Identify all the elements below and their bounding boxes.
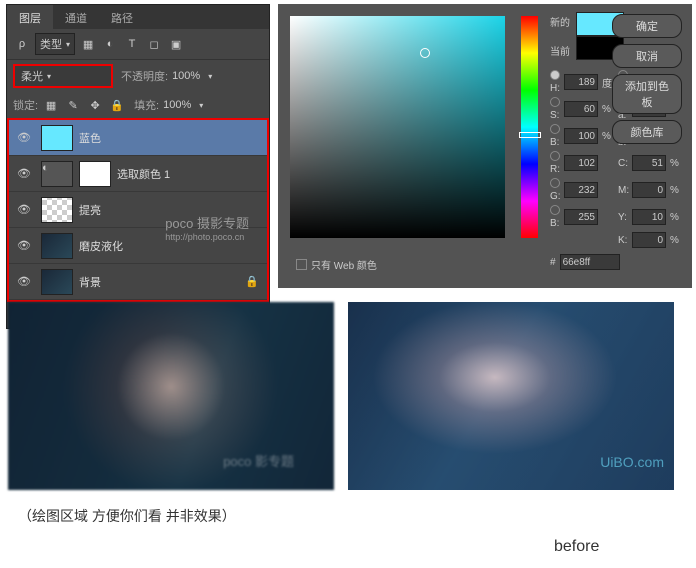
caption-note: （绘图区域 方便你们看 并非效果） <box>18 506 236 526</box>
eye-icon[interactable]: 👁 <box>15 129 33 147</box>
checkbox-icon[interactable] <box>296 259 307 270</box>
g-input[interactable] <box>564 182 598 198</box>
lock-transparent-icon[interactable]: ▦ <box>42 96 60 114</box>
radio-g[interactable] <box>550 178 560 188</box>
layer-name[interactable]: 磨皮液化 <box>79 238 123 254</box>
radio-s[interactable] <box>550 97 560 107</box>
filter-smart-icon[interactable]: ▣ <box>167 35 185 53</box>
layer-row[interactable]: 👁 蓝色 <box>9 120 267 156</box>
blend-mode-dropdown[interactable]: 柔光▾ <box>13 64 113 88</box>
ps-logo-watermark: UiBO.com <box>600 454 664 470</box>
layer-thumbnail[interactable] <box>41 197 73 223</box>
radio-h[interactable] <box>550 70 560 80</box>
radio-brgb[interactable] <box>550 205 560 215</box>
hue-slider[interactable] <box>521 16 538 238</box>
dialog-buttons: 确定 取消 添加到色板 颜色库 <box>612 14 682 144</box>
opacity-label: 不透明度: <box>121 68 168 84</box>
layer-name[interactable]: 蓝色 <box>79 130 101 146</box>
layers-panel: 图层 通道 路径 ρ 类型▾ ▦ ◐ T ◻ ▣ 柔光▾ 不透明度: 100%▾… <box>6 4 270 329</box>
hex-label: # <box>550 257 556 268</box>
brgb-input[interactable] <box>564 209 598 225</box>
radio-r[interactable] <box>550 151 560 161</box>
color-picker: 新的 当前 H:度 L: S:% a: B:% b: R: C:% G: M:%… <box>278 4 692 288</box>
layer-thumbnail[interactable] <box>41 233 73 259</box>
panel-tabs: 图层 通道 路径 <box>7 5 269 29</box>
watermark: poco 影专题 <box>223 451 294 470</box>
layer-name[interactable]: 选取颜色 1 <box>117 166 170 182</box>
layer-name[interactable]: 提亮 <box>79 202 101 218</box>
filter-pixel-icon[interactable]: ▦ <box>79 35 97 53</box>
blend-row: 柔光▾ 不透明度: 100%▾ <box>7 60 269 92</box>
new-label: 新的 <box>550 14 570 29</box>
fill-label: 填充: <box>134 97 159 113</box>
layer-row[interactable]: 👁 磨皮液化 <box>9 228 267 264</box>
eye-icon[interactable]: 👁 <box>15 273 33 291</box>
eye-icon[interactable]: 👁 <box>15 237 33 255</box>
k-input[interactable] <box>632 232 666 248</box>
ok-button[interactable]: 确定 <box>612 14 682 38</box>
lock-row: 锁定: ▦ ✎ ✥ 🔒 填充: 100%▾ <box>7 92 269 118</box>
layer-row[interactable]: 👁 背景 🔒 <box>9 264 267 300</box>
lock-all-icon[interactable]: 🔒 <box>108 96 126 114</box>
cancel-button[interactable]: 取消 <box>612 44 682 68</box>
preview-image-painted: poco 影专题 <box>8 302 334 490</box>
layer-thumbnail[interactable] <box>41 269 73 295</box>
h-input[interactable] <box>564 74 598 90</box>
eye-icon[interactable]: 👁 <box>15 165 33 183</box>
filter-row: ρ 类型▾ ▦ ◐ T ◻ ▣ <box>7 29 269 60</box>
radio-bhsb[interactable] <box>550 124 560 134</box>
lock-icon: 🔒 <box>243 273 261 291</box>
layer-row[interactable]: 👁 ◐ 选取颜色 1 <box>9 156 267 192</box>
tab-paths[interactable]: 路径 <box>99 5 145 29</box>
color-cursor[interactable] <box>420 48 430 58</box>
c-input[interactable] <box>632 155 666 171</box>
layer-name[interactable]: 背景 <box>79 274 101 290</box>
lock-pixels-icon[interactable]: ✎ <box>64 96 82 114</box>
layer-row[interactable]: 👁 提亮 <box>9 192 267 228</box>
eye-icon[interactable]: 👁 <box>15 201 33 219</box>
color-lib-button[interactable]: 颜色库 <box>612 120 682 144</box>
lock-position-icon[interactable]: ✥ <box>86 96 104 114</box>
m-input[interactable] <box>632 182 666 198</box>
y-input[interactable] <box>632 209 666 225</box>
layers-list: 👁 蓝色 👁 ◐ 选取颜色 1 👁 提亮 👁 磨皮液化 👁 背景 🔒 <box>7 118 269 302</box>
preview-image-before: UiBO.com <box>348 302 674 490</box>
layer-mask-thumbnail[interactable] <box>79 161 111 187</box>
filter-shape-icon[interactable]: ◻ <box>145 35 163 53</box>
search-icon[interactable]: ρ <box>13 35 31 53</box>
color-field[interactable] <box>290 16 505 238</box>
layer-thumbnail[interactable] <box>41 125 73 151</box>
hex-input[interactable] <box>560 254 620 270</box>
fill-value[interactable]: 100% <box>163 99 191 111</box>
filter-adjust-icon[interactable]: ◐ <box>101 35 119 53</box>
opacity-value[interactable]: 100% <box>172 70 200 82</box>
add-swatch-button[interactable]: 添加到色板 <box>612 74 682 114</box>
caption-before: before <box>554 538 599 556</box>
layer-thumbnail[interactable]: ◐ <box>41 161 73 187</box>
lock-label: 锁定: <box>13 97 38 113</box>
current-label: 当前 <box>550 43 570 58</box>
tab-layers[interactable]: 图层 <box>7 5 53 29</box>
r-input[interactable] <box>564 155 598 171</box>
filter-type-icon[interactable]: T <box>123 35 141 53</box>
tab-channels[interactable]: 通道 <box>53 5 99 29</box>
hue-cursor[interactable] <box>519 132 541 138</box>
bhsb-input[interactable] <box>564 128 598 144</box>
filter-kind-dropdown[interactable]: 类型▾ <box>35 33 75 55</box>
web-only-checkbox[interactable]: 只有 Web 颜色 <box>296 257 377 272</box>
s-input[interactable] <box>564 101 598 117</box>
